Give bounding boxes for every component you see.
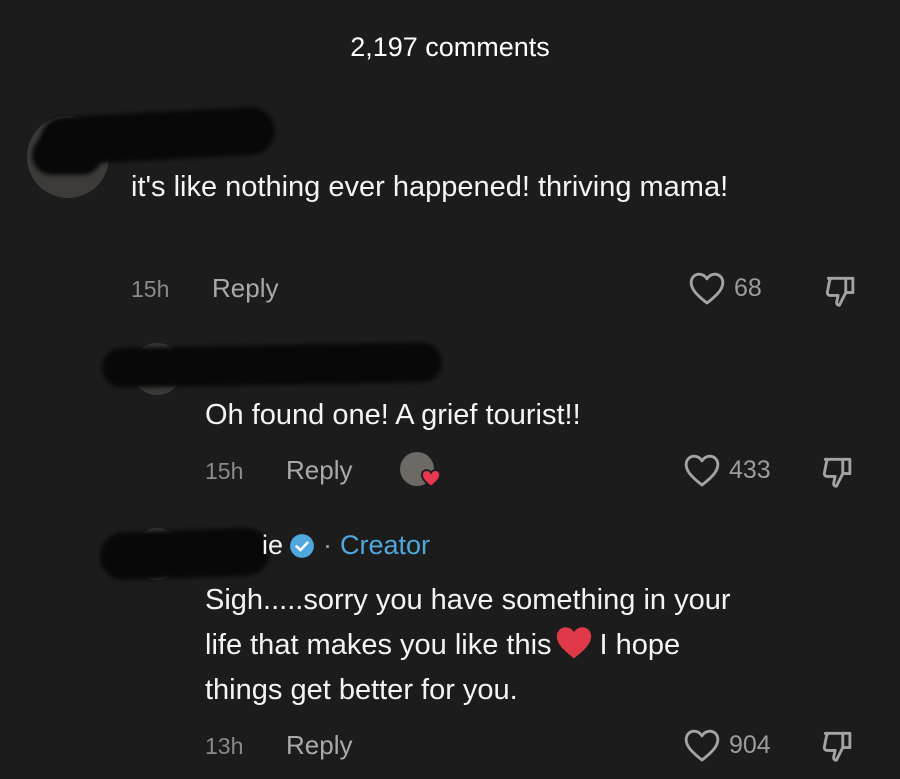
- like-button[interactable]: 433: [683, 452, 771, 488]
- creator-name-row: ie · Creator: [262, 530, 430, 561]
- comment-text-line-3: things get better for you.: [205, 674, 518, 706]
- like-button[interactable]: 904: [683, 727, 771, 763]
- comment-text-line-1: Sigh.....sorry you have something in you…: [205, 584, 731, 616]
- like-count: 68: [734, 273, 762, 302]
- creator-name[interactable]: ie: [262, 530, 283, 561]
- separator-dot: ·: [323, 530, 333, 560]
- verified-badge-icon: [290, 533, 314, 558]
- comment-time: 13h: [205, 733, 244, 759]
- heart-outline-icon: [689, 272, 725, 305]
- redacted-username: [101, 342, 443, 388]
- like-count: 904: [729, 730, 771, 759]
- thumbs-down-icon[interactable]: [821, 272, 861, 310]
- thumbs-down-icon[interactable]: [818, 453, 858, 491]
- comment-text: Oh found one! A grief tourist!!: [205, 399, 581, 431]
- heart-outline-icon: [684, 454, 720, 487]
- comments-count-title: 2,197 comments: [350, 32, 550, 62]
- reply-button[interactable]: Reply: [212, 273, 278, 304]
- comment-text-part-a: life that makes you like this: [205, 629, 552, 661]
- reply-button[interactable]: Reply: [286, 455, 352, 486]
- comment-text-line-2: life that makes you like this I hope: [205, 623, 885, 668]
- thumbs-down-icon[interactable]: [818, 727, 858, 765]
- redacted-username: [99, 527, 271, 581]
- comment-text: Sigh.....sorry you have something in you…: [205, 578, 885, 713]
- comment-time: 15h: [205, 458, 244, 484]
- heart-outline-icon: [684, 729, 720, 762]
- comment-time: 15h: [131, 276, 170, 302]
- creator-liked-heart-icon: [420, 469, 442, 488]
- like-count: 433: [729, 455, 771, 484]
- reply-button[interactable]: Reply: [286, 730, 352, 761]
- redacted-avatar: [32, 135, 102, 175]
- like-button[interactable]: 68: [688, 270, 762, 306]
- comment-text: it's like nothing ever happened! thrivin…: [131, 171, 729, 203]
- creator-label: Creator: [340, 530, 431, 560]
- comment-text-part-b: I hope: [599, 629, 681, 661]
- creator-liked-badge: [400, 452, 444, 492]
- red-heart-emoji: [556, 627, 591, 659]
